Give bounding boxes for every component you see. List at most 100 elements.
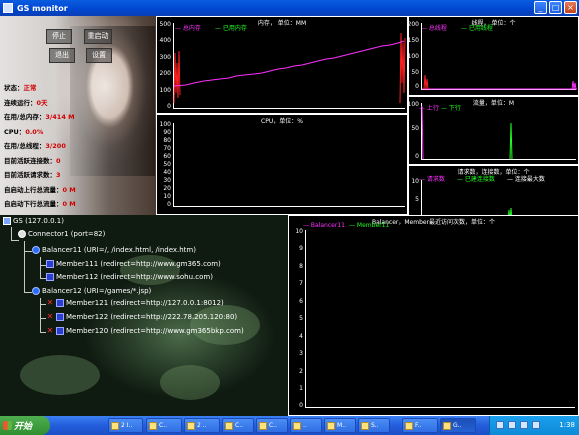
y-tick: 6 <box>299 298 303 305</box>
error-x-icon: ✕ <box>46 326 54 335</box>
main-content: 停止 重启动 退出 设置 状态：正常 连续运行：0天 在用/总内存：3/414 … <box>0 16 579 416</box>
member-icon <box>56 327 64 335</box>
settings-button[interactable]: 设置 <box>86 48 112 63</box>
tray-icon[interactable] <box>520 421 528 429</box>
taskbar-item[interactable]: M.. <box>324 418 356 433</box>
y-tick: 5 <box>415 196 419 203</box>
taskbar-item[interactable]: S.. <box>358 418 390 433</box>
window-title: GS monitor <box>17 3 68 13</box>
restart-button[interactable]: 重启动 <box>84 29 112 44</box>
y-tick: 10 <box>295 228 303 235</box>
y-tick: 3 <box>299 350 303 357</box>
y-tick: 50 <box>163 161 171 168</box>
traffic-series <box>421 105 513 160</box>
tree-node-connector[interactable]: Connector1 (port=82) <box>18 230 105 238</box>
y-tick: 10 <box>163 193 171 200</box>
y-tick: 8 <box>299 263 303 270</box>
stat-memory: 在用/总内存：3/414 M <box>4 113 75 121</box>
y-tick: 80 <box>163 137 171 144</box>
tree-node-member111[interactable]: Member111 (redirect=http://www.gm365.com… <box>46 260 221 268</box>
y-tick: 20 <box>163 185 171 192</box>
y-tick: 60 <box>163 153 171 160</box>
y-tick: 300 <box>159 54 171 61</box>
member-icon <box>46 260 54 268</box>
exit-button[interactable]: 退出 <box>49 48 75 63</box>
y-tick: 0 <box>415 153 419 160</box>
cpu-chart: CPU，单位：% 100 90 80 70 60 50 40 30 20 10 … <box>156 114 408 215</box>
tree-node-member112[interactable]: Member112 (redirect=http://www.sohu.com) <box>46 273 213 281</box>
tree-node-server[interactable]: GS (127.0.0.1) <box>3 217 64 225</box>
tree-node-balancer12[interactable]: Balancer12 (URI=/games/*.jsp) <box>32 287 151 295</box>
y-tick: 1 <box>299 385 303 392</box>
taskbar-item[interactable]: 2 I.. <box>108 418 143 433</box>
server-tree: GS (127.0.0.1) Connector1 (port=82) Bala… <box>0 215 288 416</box>
taskbar-item[interactable]: 2 .. <box>184 418 220 433</box>
tray-icon[interactable] <box>496 421 504 429</box>
y-tick: 200 <box>159 70 171 77</box>
y-tick: 100 <box>159 87 171 94</box>
taskbar-item[interactable]: .. <box>290 418 322 433</box>
y-tick: 50 <box>411 69 419 76</box>
tree-node-member122[interactable]: ✕ Member122 (redirect=http://222.78.205.… <box>46 313 237 321</box>
y-tick: 500 <box>159 21 171 28</box>
legend-member: — Member11 <box>349 222 390 229</box>
tray-icon[interactable] <box>532 421 540 429</box>
chart-title: CPU，单位：% <box>261 118 303 125</box>
y-tick: 4 <box>299 333 303 340</box>
connector-icon <box>18 230 26 238</box>
start-button[interactable]: 开始 <box>0 416 50 435</box>
memory-series <box>173 32 406 104</box>
y-tick: 100 <box>407 53 419 60</box>
stat-download-total: 自启动下行总流量：0 M <box>4 200 76 208</box>
app-icon <box>3 3 13 13</box>
y-tick: 150 <box>407 37 419 44</box>
stat-active-connections: 目前活跃连接数：0 <box>4 156 61 165</box>
y-tick: 0 <box>299 402 303 409</box>
y-tick: 10 <box>411 178 419 185</box>
system-tray: 1:38 <box>489 416 579 435</box>
y-tick: 9 <box>299 245 303 252</box>
stat-threads: 在用/总线程：3/200 <box>4 142 66 150</box>
threads-series <box>422 74 577 90</box>
memory-chart: 内存， 单位：MM — 总内存 — 已用内存 500 400 300 200 1… <box>156 16 408 114</box>
stat-upload-total: 自启动上行总流量：0 M <box>4 185 76 194</box>
clock: 1:38 <box>559 421 575 429</box>
threads-chart: 线程， 单位：个 — 总线程 — 已用线程 200 150 100 50 0 <box>408 16 579 96</box>
stat-active-requests: 目前活跃请求数：3 <box>4 171 61 179</box>
y-tick: 70 <box>163 145 171 152</box>
member-icon <box>56 313 64 321</box>
y-tick: 0 <box>167 201 171 208</box>
taskbar-item[interactable]: C.. <box>146 418 182 433</box>
windows-logo-icon <box>3 421 12 430</box>
y-tick: 90 <box>163 129 171 136</box>
member-icon <box>46 273 54 281</box>
stop-button[interactable]: 停止 <box>46 29 72 44</box>
balancer-chart: Balancer，Member最近访问次数，单位：个 — Balancer11 … <box>288 215 579 416</box>
y-tick: 100 <box>407 101 419 108</box>
y-tick: 2 <box>299 368 303 375</box>
taskbar-item[interactable]: F.. <box>402 418 438 433</box>
tree-node-balancer11[interactable]: Balancer11 (URI=/, /index.html, /index.h… <box>32 246 196 254</box>
minimize-button[interactable]: _ <box>534 1 547 14</box>
taskbar-item[interactable]: C.. <box>256 418 288 433</box>
tray-icon[interactable] <box>508 421 516 429</box>
y-tick: 50 <box>411 125 419 132</box>
maximize-button[interactable]: □ <box>549 1 562 14</box>
close-button[interactable]: × <box>564 1 577 14</box>
y-tick: 7 <box>299 280 303 287</box>
y-tick: 0 <box>167 103 171 110</box>
traffic-chart: 流量，单位：M — 上行 — 下行 100 50 0 <box>408 96 579 165</box>
server-icon <box>3 217 11 225</box>
y-tick: 0 <box>415 83 419 90</box>
taskbar-item[interactable]: C.. <box>222 418 254 433</box>
stat-list: 状态：正常 连续运行：0天 在用/总内存：3/414 M CPU：0.0% 在用… <box>4 82 154 213</box>
member-icon <box>56 299 64 307</box>
tree-node-member120[interactable]: ✕ Member120 (redirect=http://www.gm365bk… <box>46 327 244 335</box>
y-tick: 30 <box>163 177 171 184</box>
tree-node-member121[interactable]: ✕ Member121 (redirect=http://127.0.0.1:8… <box>46 299 224 307</box>
balancer-icon <box>32 246 40 254</box>
taskbar-item-active[interactable]: G.. <box>440 418 476 433</box>
status-panel: 停止 重启动 退出 设置 状态：正常 连续运行：0天 在用/总内存：3/414 … <box>0 16 156 215</box>
stat-uptime: 连续运行：0天 <box>4 98 48 107</box>
y-tick: 5 <box>299 315 303 322</box>
